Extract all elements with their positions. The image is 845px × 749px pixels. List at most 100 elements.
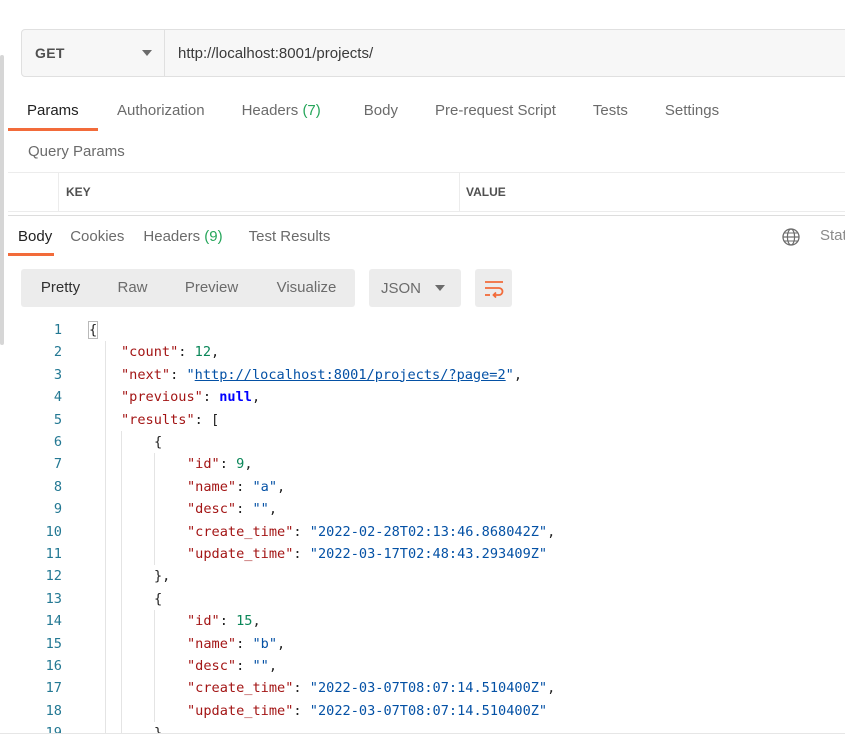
code-token: "" — [252, 658, 269, 674]
code-token: , — [211, 344, 220, 361]
code-token: : — [219, 613, 237, 630]
code-line: 19}, — [0, 722, 845, 733]
tab-response-body[interactable]: Body — [8, 220, 55, 256]
line-number: 12 — [45, 568, 62, 585]
indent-guide — [154, 453, 155, 566]
code-text: "id": 9, — [187, 453, 253, 475]
line-number: 16 — [45, 658, 62, 674]
code-line: 6{ — [0, 431, 845, 453]
code-token: "previous" — [121, 389, 203, 406]
code-token: }, — [154, 725, 170, 733]
code-token: : — [202, 389, 220, 406]
tab-label: Params — [27, 102, 79, 119]
indent-guide — [121, 431, 122, 733]
code-token: "create_time" — [187, 680, 294, 697]
code-token: : — [178, 344, 195, 361]
code-token: "2022-03-07T08:07:14.510400Z" — [309, 680, 548, 697]
code-token: : — [236, 658, 253, 674]
code-token: "name" — [187, 478, 237, 495]
line-number: 4 — [53, 389, 62, 406]
raw-button[interactable]: Raw — [100, 269, 165, 307]
wrap-lines-button[interactable] — [475, 269, 512, 307]
preview-button[interactable]: Preview — [165, 269, 258, 307]
format-select[interactable]: JSON — [369, 269, 461, 307]
code-text: }, — [154, 722, 170, 733]
code-token: , — [513, 366, 523, 383]
code-token: : — [293, 680, 310, 697]
code-token: "b" — [252, 635, 278, 652]
response-body-editor[interactable]: 1{2 "count": 12, 3 "next": "http://localhos… — [0, 319, 845, 733]
format-label: JSON — [381, 279, 422, 297]
code-token: , — [244, 456, 253, 473]
line-number: 15 — [45, 635, 62, 652]
code-text: "name": "a", — [187, 476, 285, 498]
params-table-header: KEY VALUE — [8, 172, 845, 212]
code-text: { — [154, 588, 162, 610]
code-line: 9 "desc": "", — [0, 498, 845, 520]
code-token: : [ — [194, 411, 220, 428]
code-line: 18 "update_time": "2022-03-07T08:07:14.51… — [0, 700, 845, 722]
tab-settings[interactable]: Settings — [665, 93, 719, 131]
request-bar: GET http://localhost:8001/projects/ — [21, 29, 845, 77]
code-token: "id" — [187, 613, 220, 630]
tab-body[interactable]: Body — [364, 93, 398, 131]
pretty-button[interactable]: Pretty — [21, 269, 100, 307]
status-label: Stat — [820, 227, 845, 244]
tab-response-headers[interactable]: Headers (9) — [143, 220, 222, 256]
line-number: 14 — [45, 613, 62, 630]
code-text: "results": [ — [121, 409, 219, 431]
code-token: , — [251, 389, 261, 406]
code-token: "create_time" — [187, 523, 294, 540]
pane-divider[interactable] — [8, 215, 845, 216]
code-token: : — [236, 478, 253, 495]
code-line: 5 "results": [ — [0, 409, 845, 431]
wrap-lines-icon — [484, 281, 503, 298]
indent-guide — [154, 610, 155, 723]
tab-pre-request-script[interactable]: Pre-request Script — [435, 93, 556, 131]
code-token: " — [505, 366, 514, 383]
code-token: "results" — [121, 411, 195, 428]
code-line: 10 "create_time": "2022-02-28T02:13:46.86… — [0, 521, 845, 543]
line-number: 5 — [53, 411, 62, 428]
code-token: " — [186, 366, 195, 383]
code-token: 12 — [194, 344, 212, 361]
method-select[interactable]: GET — [22, 30, 165, 76]
url-link[interactable]: http://localhost:8001/projects/?page=2 — [195, 367, 506, 383]
value-column-header: VALUE — [466, 185, 506, 199]
code-text: }, — [154, 565, 170, 587]
bottom-scrollbar[interactable] — [0, 733, 845, 749]
tab-test-results[interactable]: Test Results — [249, 220, 331, 256]
url-input[interactable]: http://localhost:8001/projects/ — [165, 30, 845, 76]
code-token: : — [170, 366, 187, 383]
tab-tests[interactable]: Tests — [593, 93, 628, 131]
left-scrollbar[interactable] — [0, 55, 4, 345]
code-token: "2022-03-17T02:48:43.293409Z" — [309, 546, 548, 562]
code-token: { — [154, 434, 163, 450]
chevron-down-icon — [435, 285, 445, 291]
line-number: 18 — [45, 702, 62, 719]
line-number: 3 — [53, 366, 62, 383]
code-token: "desc" — [187, 501, 237, 518]
headers-count: (9) — [204, 228, 223, 245]
tab-params[interactable]: Params — [8, 93, 98, 131]
query-params-title: Query Params — [28, 143, 125, 160]
tab-authorization[interactable]: Authorization — [117, 93, 205, 131]
visualize-button[interactable]: Visualize — [258, 269, 355, 307]
tab-label: Settings — [664, 102, 720, 119]
code-token: "update_time" — [187, 702, 294, 719]
globe-icon[interactable] — [781, 227, 801, 247]
code-token: "desc" — [187, 658, 237, 674]
tab-label: Body — [18, 228, 53, 245]
request-tabs: Params Authorization Headers (7) Body Pr… — [8, 93, 719, 131]
line-number: 13 — [45, 590, 62, 607]
code-text: "name": "b", — [187, 633, 285, 655]
line-number: 11 — [45, 546, 62, 562]
tab-headers[interactable]: Headers (7) — [242, 93, 321, 131]
headers-count: (7) — [302, 102, 321, 119]
code-line: 13 { — [0, 588, 845, 610]
code-line: 2 "count": 12, — [0, 341, 845, 363]
code-token: { — [154, 590, 163, 607]
tab-cookies[interactable]: Cookies — [70, 220, 124, 256]
tab-label: Test Results — [248, 228, 331, 245]
code-token: "2022-02-28T02:13:46.868042Z" — [309, 523, 548, 540]
